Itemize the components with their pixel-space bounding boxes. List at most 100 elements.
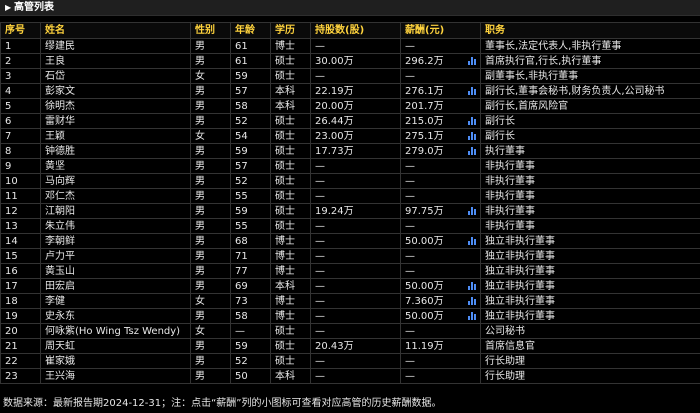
table-row[interactable]: 23 王兴海男 50 本科 — — 行长助理 bbox=[0, 368, 700, 384]
table-row[interactable]: 14 李朝鲜男 68 博士 —50.00万 独立非执行董事 bbox=[0, 233, 700, 249]
table-row[interactable]: 5 徐明杰男 58 本科 20.00万 201.7万 副行长,首席风险官 bbox=[0, 98, 700, 114]
cell-title: 非执行董事 bbox=[480, 203, 700, 219]
cell-gender: 女 bbox=[190, 68, 231, 84]
cell-education: 硕士 bbox=[270, 68, 311, 84]
cell-age: 52 bbox=[230, 353, 271, 369]
table-row[interactable]: 2 王良男 61 硕士 30.00万 296.2万 首席执行官,行长,执行董事 bbox=[0, 53, 700, 69]
salary-history-chart-icon[interactable] bbox=[468, 312, 477, 320]
cell-salary: — bbox=[400, 263, 481, 279]
col-header-shares[interactable]: 持股数(股) bbox=[310, 22, 401, 39]
cell-title: 独立非执行董事 bbox=[480, 308, 700, 324]
salary-history-chart-icon[interactable] bbox=[468, 207, 477, 215]
cell-shares: — bbox=[310, 293, 401, 309]
table-row[interactable]: 10 马向辉男 52 硕士 — — 非执行董事 bbox=[0, 173, 700, 189]
cell-age: 58 bbox=[230, 98, 271, 114]
cell-no: 22 bbox=[0, 353, 41, 369]
cell-shares: — bbox=[310, 38, 401, 54]
cell-title: 副行长,董事会秘书,财务负责人,公司秘书 bbox=[480, 83, 700, 99]
table-row[interactable]: 15 卢力平男 71 博士 — — 独立非执行董事 bbox=[0, 248, 700, 264]
cell-salary: 279.0万 bbox=[400, 143, 481, 159]
cell-education: 硕士 bbox=[270, 353, 311, 369]
cell-education: 硕士 bbox=[270, 158, 311, 174]
cell-gender: 男 bbox=[190, 203, 231, 219]
cell-gender: 女 bbox=[190, 293, 231, 309]
cell-shares: 19.24万 bbox=[310, 203, 401, 219]
salary-history-chart-icon[interactable] bbox=[468, 237, 477, 245]
salary-history-chart-icon[interactable] bbox=[468, 297, 477, 305]
cell-no: 19 bbox=[0, 308, 41, 324]
cell-age: 58 bbox=[230, 308, 271, 324]
table-row[interactable]: 19 史永东男 58 博士 —50.00万 独立非执行董事 bbox=[0, 308, 700, 324]
cell-no: 23 bbox=[0, 368, 41, 384]
table-row[interactable]: 3 石岱女 59 硕士 — — 副董事长,非执行董事 bbox=[0, 68, 700, 84]
cell-salary: 296.2万 bbox=[400, 53, 481, 69]
collapse-triangle-icon[interactable]: ▶ bbox=[5, 3, 11, 12]
cell-age: 55 bbox=[230, 188, 271, 204]
cell-shares: — bbox=[310, 278, 401, 294]
table-row[interactable]: 6 雷财华男 52 硕士 26.44万 215.0万 副行长 bbox=[0, 113, 700, 129]
cell-name: 钟德胜 bbox=[40, 143, 191, 159]
col-header-name[interactable]: 姓名 bbox=[40, 22, 191, 39]
col-header-age[interactable]: 年龄 bbox=[230, 22, 271, 39]
cell-no: 9 bbox=[0, 158, 41, 174]
salary-history-chart-icon[interactable] bbox=[468, 132, 477, 140]
table-row[interactable]: 12 江朝阳男 59 硕士 19.24万 97.75万 非执行董事 bbox=[0, 203, 700, 219]
salary-history-chart-icon[interactable] bbox=[468, 282, 477, 290]
cell-shares: 22.19万 bbox=[310, 83, 401, 99]
cell-age: 57 bbox=[230, 158, 271, 174]
cell-name: 李健 bbox=[40, 293, 191, 309]
cell-gender: 男 bbox=[190, 248, 231, 264]
cell-shares: 20.00万 bbox=[310, 98, 401, 114]
col-header-salary[interactable]: 薪酬(元) bbox=[400, 22, 481, 39]
table-row[interactable]: 8 钟德胜男 59 硕士 17.73万 279.0万 执行董事 bbox=[0, 143, 700, 159]
col-header-gender[interactable]: 性别 bbox=[190, 22, 231, 39]
salary-history-chart-icon[interactable] bbox=[468, 87, 477, 95]
cell-gender: 男 bbox=[190, 113, 231, 129]
table-row[interactable]: 21 周天虹男 59 硕士 20.43万 11.19万 首席信息官 bbox=[0, 338, 700, 354]
table-row[interactable]: 11 邓仁杰男 55 硕士 — — 非执行董事 bbox=[0, 188, 700, 204]
table-row[interactable]: 13 朱立伟男 55 硕士 — — 非执行董事 bbox=[0, 218, 700, 234]
cell-gender: 男 bbox=[190, 53, 231, 69]
salary-history-chart-icon[interactable] bbox=[468, 147, 477, 155]
col-header-no[interactable]: 序号 bbox=[0, 22, 41, 39]
table-row[interactable]: 4 彭家文男 57 本科 22.19万 276.1万 副行长,董事会秘书,财务负责人,公司秘… bbox=[0, 83, 700, 99]
cell-age: 71 bbox=[230, 248, 271, 264]
cell-shares: — bbox=[310, 353, 401, 369]
table-row[interactable]: 22 崔家娥男 52 硕士 — — 行长助理 bbox=[0, 353, 700, 369]
cell-name: 史永东 bbox=[40, 308, 191, 324]
table-row[interactable]: 18 李健女 73 博士 —7.360万 独立非执行董事 bbox=[0, 293, 700, 309]
table-row[interactable]: 1 缪建民男 61 博士 — — 董事长,法定代表人,非执行董事 bbox=[0, 38, 700, 54]
cell-name: 缪建民 bbox=[40, 38, 191, 54]
table-row[interactable]: 17 田宏启男 69 本科 —50.00万 独立非执行董事 bbox=[0, 278, 700, 294]
cell-age: 59 bbox=[230, 203, 271, 219]
table-row[interactable]: 16 黄玉山男 77 博士 — — 独立非执行董事 bbox=[0, 263, 700, 279]
cell-salary: — bbox=[400, 173, 481, 189]
cell-age: 59 bbox=[230, 143, 271, 159]
table-row[interactable]: 7 王颖女 54 硕士 23.00万 275.1万 副行长 bbox=[0, 128, 700, 144]
cell-education: 博士 bbox=[270, 293, 311, 309]
cell-name: 黄玉山 bbox=[40, 263, 191, 279]
cell-name: 卢力平 bbox=[40, 248, 191, 264]
cell-age: 50 bbox=[230, 368, 271, 384]
cell-title: 独立非执行董事 bbox=[480, 263, 700, 279]
cell-age: 55 bbox=[230, 218, 271, 234]
cell-name: 何咏紫(Ho Wing Tsz Wendy) bbox=[40, 323, 191, 339]
cell-name: 周天虹 bbox=[40, 338, 191, 354]
salary-history-chart-icon[interactable] bbox=[468, 57, 477, 65]
col-header-title[interactable]: 职务 bbox=[480, 22, 700, 39]
cell-age: 77 bbox=[230, 263, 271, 279]
cell-no: 2 bbox=[0, 53, 41, 69]
cell-education: 硕士 bbox=[270, 53, 311, 69]
cell-no: 18 bbox=[0, 293, 41, 309]
cell-name: 王颖 bbox=[40, 128, 191, 144]
cell-education: 本科 bbox=[270, 98, 311, 114]
cell-gender: 男 bbox=[190, 338, 231, 354]
salary-history-chart-icon[interactable] bbox=[468, 117, 477, 125]
cell-name: 王良 bbox=[40, 53, 191, 69]
table-row[interactable]: 20 何咏紫(Ho Wing Tsz Wendy) 女 — 硕士 — — 公司秘书 bbox=[0, 323, 700, 339]
cell-title: 非执行董事 bbox=[480, 173, 700, 189]
cell-age: 54 bbox=[230, 128, 271, 144]
col-header-education[interactable]: 学历 bbox=[270, 22, 311, 39]
table-row[interactable]: 9 黄坚男 57 硕士 — — 非执行董事 bbox=[0, 158, 700, 174]
cell-title: 公司秘书 bbox=[480, 323, 700, 339]
